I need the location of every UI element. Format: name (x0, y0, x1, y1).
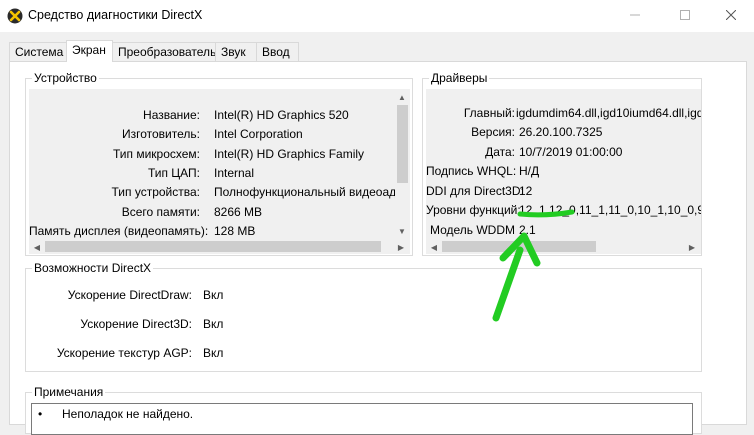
title-bar: Средство диагностики DirectX (0, 0, 754, 32)
display-memory-value: 128 MB (214, 224, 256, 238)
note-text: Неполадок не найдено. (62, 407, 194, 421)
driver-row: Уровни функций: 12_1,12_0,11_1,11_0,10_1… (426, 201, 701, 219)
scroll-left-icon[interactable]: ◀ (31, 241, 43, 253)
device-name-value: Intel(R) HD Graphics 520 (214, 108, 349, 122)
tab-sound[interactable]: Звук (215, 42, 258, 61)
driver-main-value: igdumdim64.dll,igd10iumd64.dll,igd10iu (516, 106, 701, 120)
driver-date-value: 10/7/2019 01:00:00 (519, 145, 623, 159)
maximize-icon (680, 10, 690, 20)
directx-x-icon (7, 8, 23, 24)
scroll-left-icon[interactable]: ◀ (428, 241, 440, 253)
feature-row: Ускорение DirectDraw: Вкл (26, 286, 701, 304)
whql-value: Н/Д (519, 164, 540, 178)
agp-value: Вкл (203, 346, 224, 360)
device-horizontal-scrollbar[interactable]: ◀ ▶ (29, 239, 410, 254)
tab-system[interactable]: Система (9, 42, 70, 61)
agp-label: Ускорение текстур AGP: (56, 346, 192, 360)
driver-date-label: Дата: (485, 145, 515, 159)
close-button[interactable] (708, 0, 754, 30)
directdraw-label: Ускорение DirectDraw: (67, 288, 192, 302)
driver-row: DDI для Direct3D: 12 (426, 182, 701, 200)
device-row: Всего памяти: 8266 MB (29, 203, 395, 221)
driver-row: Главный: igdumdim64.dll,igd10iumd64.dll,… (426, 104, 701, 122)
close-icon (726, 10, 736, 20)
driver-main-label: Главный: (463, 106, 515, 120)
direct3d-label: Ускорение Direct3D: (80, 317, 192, 331)
wddm-label: Модель WDDM (429, 223, 515, 237)
tab-display[interactable]: Экран (66, 40, 113, 62)
scroll-right-icon[interactable]: ▶ (395, 241, 407, 253)
maximize-button[interactable] (662, 0, 708, 30)
device-vertical-scrollbar[interactable]: ▲ ▼ (395, 89, 410, 239)
driver-row: Подпись WHQL: Н/Д (426, 162, 701, 180)
feature-levels-value: 12_1,12_0,11_1,11_0,10_1,10_0,9_3 (519, 203, 701, 217)
total-memory-label: Всего памяти: (121, 205, 200, 219)
notes-group: Примечания • Неполадок не найдено. (25, 385, 702, 435)
drivers-group-title: Драйверы (429, 71, 490, 85)
device-name-label: Название: (143, 108, 200, 122)
minimize-button[interactable] (612, 0, 658, 30)
feature-levels-label: Уровни функций: (426, 203, 521, 217)
direct3d-value: Вкл (203, 317, 224, 331)
device-row: Тип микросхем: Intel(R) HD Graphics Fami… (29, 145, 395, 163)
device-row: Память дисплея (видеопамять): 128 MB (29, 222, 395, 239)
chip-type-label: Тип микросхем: (112, 147, 200, 161)
dac-type-value: Internal (214, 166, 255, 180)
scroll-up-icon[interactable]: ▲ (396, 91, 408, 103)
directdraw-value: Вкл (203, 288, 224, 302)
dac-type-label: Тип ЦАП: (147, 166, 200, 180)
chip-type-value: Intel(R) HD Graphics Family (214, 147, 365, 161)
directx-features-group: Возможности DirectX Ускорение DirectDraw… (25, 261, 702, 372)
feature-row: Ускорение текстур AGP: Вкл (26, 344, 701, 362)
scroll-down-icon[interactable]: ▼ (396, 225, 408, 237)
device-group-title: Устройство (32, 71, 99, 85)
whql-label: Подпись WHQL: (426, 164, 517, 178)
notes-title: Примечания (32, 385, 106, 399)
device-row: Название: Intel(R) HD Graphics 520 (29, 106, 395, 124)
drivers-info-area: Главный: igdumdim64.dll,igd10iumd64.dll,… (426, 89, 701, 239)
manufacturer-label: Изготовитель: (122, 127, 200, 141)
display-memory-label: Память дисплея (видеопамять): (29, 224, 209, 238)
device-row: Тип ЦАП: Internal (29, 164, 395, 182)
minimize-icon (630, 14, 640, 16)
device-row: Тип устройства: Полнофункциональный виде… (29, 183, 396, 201)
tab-render[interactable]: Преобразователь (112, 42, 217, 61)
window-title: Средство диагностики DirectX (28, 8, 203, 22)
device-type-value: Полнофункциональный видеоадап (214, 185, 395, 199)
drivers-horizontal-scrollbar[interactable]: ◀ ▶ (426, 239, 701, 254)
scroll-right-icon[interactable]: ▶ (686, 241, 698, 253)
bullet-icon: • (38, 407, 43, 421)
scroll-thumb[interactable] (397, 105, 408, 183)
driver-row: Дата: 10/7/2019 01:00:00 (426, 143, 701, 161)
device-info-area: Название: Intel(R) HD Graphics 520 Изгот… (29, 89, 395, 239)
device-row: Изготовитель: Intel Corporation (29, 125, 395, 143)
notes-textbox[interactable]: • Неполадок не найдено. (31, 403, 693, 435)
scroll-thumb[interactable] (442, 241, 596, 252)
scroll-thumb[interactable] (45, 241, 381, 252)
driver-version-value: 26.20.100.7325 (519, 125, 603, 139)
ddi-label: DDI для Direct3D: (426, 184, 524, 198)
directx-features-title: Возможности DirectX (32, 261, 154, 275)
manufacturer-value: Intel Corporation (214, 127, 303, 141)
ddi-value: 12 (519, 184, 533, 198)
driver-row: Версия: 26.20.100.7325 (426, 123, 701, 141)
total-memory-value: 8266 MB (214, 205, 263, 219)
wddm-value: 2.1 (519, 223, 536, 237)
feature-row: Ускорение Direct3D: Вкл (26, 315, 701, 333)
driver-row: Модель WDDM 2.1 (426, 221, 701, 239)
device-type-label: Тип устройства: (111, 185, 201, 199)
device-group: Устройство Название: Intel(R) HD Graphic… (25, 71, 413, 256)
driver-version-label: Версия: (471, 125, 515, 139)
tab-input[interactable]: Ввод (256, 42, 299, 61)
drivers-group: Драйверы Главный: igdumdim64.dll,igd10iu… (422, 71, 702, 256)
